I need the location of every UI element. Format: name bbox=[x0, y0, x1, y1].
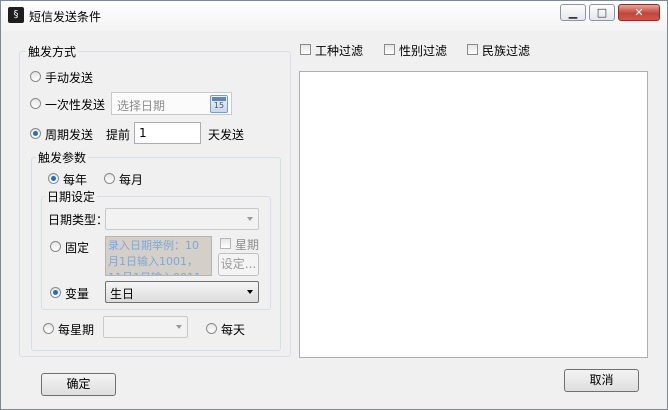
filter-list-panel[interactable] bbox=[299, 71, 648, 358]
gender-filter-label[interactable]: 性别过滤 bbox=[399, 42, 447, 59]
weekly-label[interactable]: 每星期 bbox=[58, 321, 94, 338]
maximize-icon: □ bbox=[596, 6, 608, 19]
weekly-radio[interactable] bbox=[43, 323, 54, 334]
chevron-down-icon bbox=[247, 217, 253, 221]
fixed-radio[interactable] bbox=[50, 241, 61, 252]
chevron-down-icon bbox=[247, 290, 253, 294]
ethnic-filter-label[interactable]: 民族过滤 bbox=[482, 42, 530, 59]
advance-label: 提前 bbox=[106, 128, 131, 142]
yearly-radio[interactable] bbox=[48, 173, 59, 184]
once-send-label[interactable]: 一次性发送 bbox=[45, 96, 105, 113]
periodic-send-radio[interactable] bbox=[30, 128, 41, 139]
variable-select[interactable]: 生日 bbox=[105, 281, 259, 303]
daily-label[interactable]: 每天 bbox=[221, 321, 245, 338]
advance-days-value: 1 bbox=[139, 126, 147, 140]
trigger-params-legend: 触发参数 bbox=[36, 149, 89, 166]
manual-send-label[interactable]: 手动发送 bbox=[45, 69, 93, 86]
weekly-select[interactable] bbox=[103, 316, 188, 338]
chevron-down-icon bbox=[176, 325, 182, 329]
cancel-button[interactable]: 取消 bbox=[564, 369, 639, 392]
close-icon: ✕ bbox=[634, 6, 644, 19]
weekday-label[interactable]: 星期 bbox=[235, 236, 259, 253]
ok-button[interactable]: 确定 bbox=[41, 373, 116, 396]
advance-days-input[interactable]: 1 bbox=[134, 122, 201, 144]
trigger-mode-legend: 触发方式 bbox=[26, 43, 79, 60]
title-bar: § 短信发送条件 ▁ □ ✕ bbox=[1, 1, 667, 31]
days-send-label: 天发送 bbox=[208, 128, 245, 142]
daily-radio[interactable] bbox=[206, 323, 217, 334]
minimize-icon: ▁ bbox=[568, 6, 578, 19]
yearly-label[interactable]: 每年 bbox=[63, 171, 87, 188]
dialog-window: § 短信发送条件 ▁ □ ✕ 触发方式 手动发送 一次性发送 选择日期 15 周… bbox=[0, 0, 668, 410]
monthly-radio[interactable] bbox=[104, 173, 115, 184]
variable-value: 生日 bbox=[110, 287, 135, 301]
job-filter-checkbox[interactable] bbox=[300, 44, 311, 55]
monthly-label[interactable]: 每月 bbox=[119, 171, 143, 188]
job-filter-label[interactable]: 工种过滤 bbox=[315, 42, 363, 59]
close-button[interactable]: ✕ bbox=[618, 4, 660, 21]
periodic-send-label[interactable]: 周期发送 bbox=[45, 126, 93, 143]
calendar-icon[interactable]: 15 bbox=[210, 95, 228, 113]
gender-filter-checkbox[interactable] bbox=[384, 44, 395, 55]
date-picker[interactable]: 选择日期 15 bbox=[111, 92, 232, 115]
app-icon: § bbox=[8, 7, 24, 23]
maximize-button[interactable]: □ bbox=[589, 4, 615, 21]
minimize-button[interactable]: ▁ bbox=[560, 4, 586, 21]
manual-send-radio[interactable] bbox=[30, 71, 41, 82]
variable-label[interactable]: 变量 bbox=[65, 285, 89, 302]
dialog-body: 触发方式 手动发送 一次性发送 选择日期 15 周期发送 提前 1 天发送 触发… bbox=[8, 31, 659, 403]
fixed-label[interactable]: 固定 bbox=[65, 239, 89, 256]
ethnic-filter-checkbox[interactable] bbox=[467, 44, 478, 55]
weekday-checkbox[interactable] bbox=[220, 238, 231, 249]
date-type-label: 日期类型： bbox=[48, 213, 109, 227]
window-title: 短信发送条件 bbox=[29, 10, 102, 24]
once-send-radio[interactable] bbox=[30, 98, 41, 109]
date-picker-placeholder: 选择日期 bbox=[117, 99, 166, 113]
set-button[interactable]: 设定... bbox=[218, 253, 259, 276]
date-type-select[interactable] bbox=[105, 208, 259, 230]
variable-radio[interactable] bbox=[50, 287, 61, 298]
fixed-date-input[interactable]: 录入日期举例：10月1日输入1001，11月1日输入0011 bbox=[105, 236, 212, 276]
date-settings-legend: 日期设定 bbox=[45, 188, 98, 205]
